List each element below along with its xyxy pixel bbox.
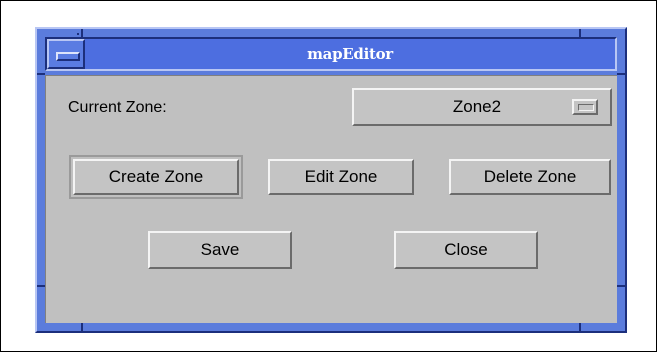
window-menu-button[interactable] [47,39,85,69]
frame-notch [81,29,83,37]
frame-notch [81,323,83,331]
save-label: Save [200,240,240,259]
frame-notch [617,285,625,287]
frame-notch [579,29,581,37]
zone-option-menu[interactable]: Zone2 [352,88,612,126]
edit-zone-label: Edit Zone [304,167,378,186]
close-label: Close [444,240,488,259]
title-bar[interactable]: mapEditor [45,37,617,71]
window-frame[interactable]: mapEditor Current Zone: Zone2 Create Zon… [35,27,627,333]
save-button[interactable]: Save [148,231,292,269]
frame-notch [579,323,581,331]
frame-notch [37,73,45,75]
current-zone-label: Current Zone: [68,99,167,116]
dialog-body: Current Zone: Zone2 Create Zone Edit Zon… [45,75,617,323]
zone-option-value: Zone2 [452,97,502,116]
frame-notch [617,73,625,75]
window-title: mapEditor [307,45,393,63]
delete-zone-label: Delete Zone [483,167,577,186]
option-menu-indicator-icon [572,99,598,115]
close-button[interactable]: Close [394,231,538,269]
window-menu-icon [56,52,80,61]
option-indicator-inner [578,104,594,111]
delete-zone-button[interactable]: Delete Zone [449,159,611,195]
create-zone-label: Create Zone [108,167,204,186]
frame-notch [37,285,45,287]
screen-background: mapEditor Current Zone: Zone2 Create Zon… [0,0,657,352]
edit-zone-button[interactable]: Edit Zone [268,159,414,195]
create-zone-button[interactable]: Create Zone [69,155,243,199]
frame-notch [77,33,79,35]
